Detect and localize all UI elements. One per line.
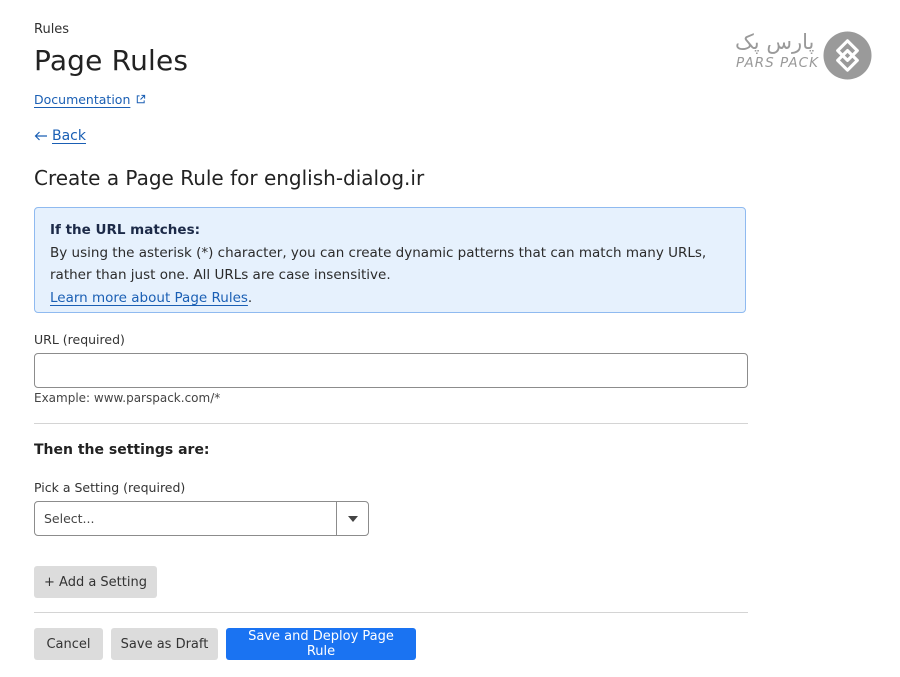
parspack-logo-icon [823, 31, 872, 80]
info-title: If the URL matches: [50, 222, 201, 238]
chevron-down-icon [347, 515, 358, 522]
setting-select[interactable]: Select... [34, 501, 369, 536]
documentation-link[interactable]: Documentation [34, 92, 146, 107]
info-link-line: Learn more about Page Rules. [50, 287, 730, 310]
breadcrumb-rules: Rules [34, 22, 70, 37]
url-field-label: URL (required) [34, 332, 125, 347]
setting-select-value: Select... [44, 511, 95, 526]
settings-heading: Then the settings are: [34, 442, 210, 458]
form-heading: Create a Page Rule for english-dialog.ir [34, 166, 425, 190]
back-link[interactable]: Back [34, 128, 86, 144]
section-divider [34, 423, 748, 424]
brand-name-fa: پارس پک [735, 30, 815, 54]
cancel-button[interactable]: Cancel [34, 628, 103, 660]
url-helper-text: Example: www.parspack.com/* [34, 391, 221, 405]
external-link-icon [137, 94, 146, 104]
pick-setting-label: Pick a Setting (required) [34, 480, 186, 495]
info-body: By using the asterisk (*) character, you… [50, 244, 707, 284]
url-input[interactable] [34, 353, 748, 388]
save-draft-button[interactable]: Save as Draft [111, 628, 218, 660]
save-deploy-button[interactable]: Save and Deploy Page Rule [226, 628, 416, 660]
add-setting-button[interactable]: + Add a Setting [34, 566, 157, 598]
page-title: Page Rules [34, 44, 189, 77]
actions-divider [34, 612, 748, 613]
documentation-link-label: Documentation [34, 92, 131, 107]
learn-more-link[interactable]: Learn more about Page Rules [50, 290, 248, 306]
select-toggle[interactable] [336, 502, 368, 535]
brand-name-en: PARS PACK [736, 55, 819, 71]
back-link-label: Back [52, 128, 86, 144]
url-match-info-box: If the URL matches: By using the asteris… [34, 207, 746, 313]
info-link-suffix: . [247, 289, 253, 306]
arrow-left-icon [34, 131, 47, 141]
